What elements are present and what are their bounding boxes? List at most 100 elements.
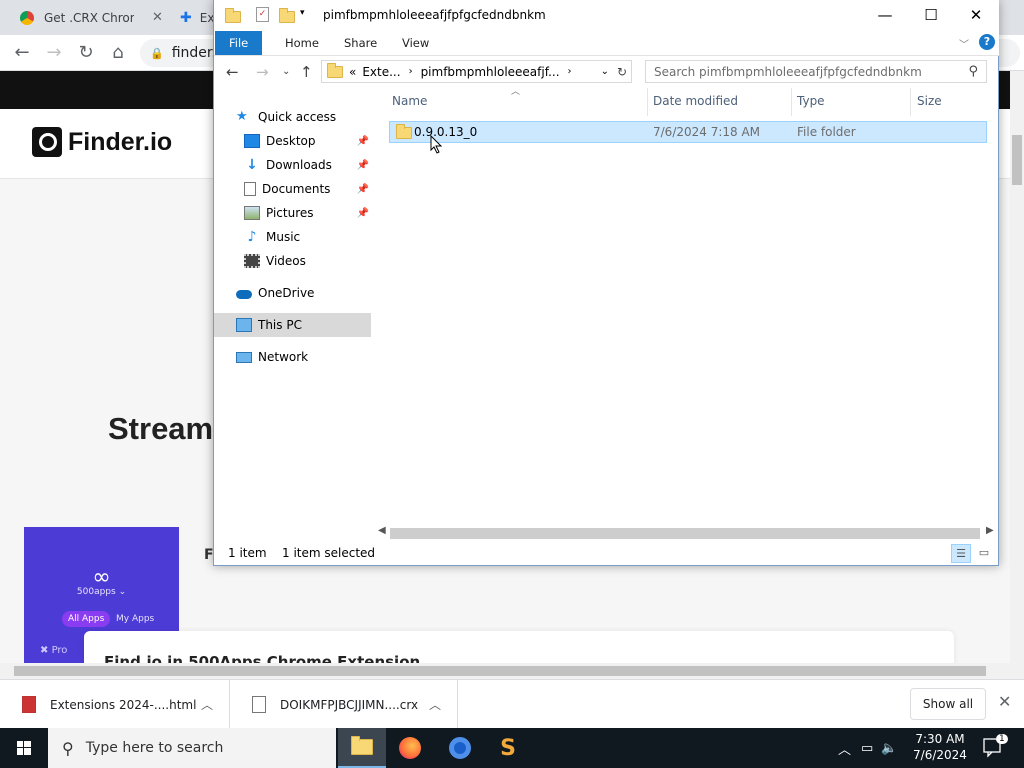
- details-view-icon[interactable]: ☰: [951, 544, 971, 563]
- explorer-search-input[interactable]: Search pimfbmpmhloleeeafjfpfgcfedndbnkm …: [645, 60, 987, 83]
- column-divider[interactable]: [647, 88, 648, 116]
- computer-icon: [236, 318, 252, 332]
- column-header-type[interactable]: Type: [797, 94, 825, 108]
- nav-pictures[interactable]: Pictures 📌: [244, 201, 371, 225]
- file-type: File folder: [797, 125, 856, 139]
- taskbar-clock[interactable]: 7:30 AM 7/6/2024: [904, 731, 976, 763]
- download-filename: DOIKMFPJBCJJIMN....crx: [280, 697, 419, 712]
- nav-label: Quick access: [258, 110, 337, 124]
- lock-icon: 🔒: [150, 46, 164, 60]
- recent-locations-icon[interactable]: ⌄: [282, 66, 290, 77]
- refresh-icon[interactable]: ↻: [617, 65, 627, 79]
- nav-videos[interactable]: Videos: [244, 249, 371, 273]
- download-item-crx[interactable]: DOIKMFPJBCJJIMN....crx ︿: [230, 680, 458, 729]
- nav-music[interactable]: ♪ Music: [244, 225, 371, 249]
- card-title: Find.io in 500Apps Chrome Extension: [104, 653, 421, 663]
- reload-icon[interactable]: ↻: [74, 41, 98, 65]
- nav-label: Desktop: [266, 134, 316, 148]
- nav-network[interactable]: Network: [236, 345, 393, 369]
- scroll-thumb[interactable]: [1012, 135, 1022, 185]
- minimize-button[interactable]: —: [862, 0, 908, 31]
- pin-icon: 📌: [356, 207, 369, 219]
- clock-date: 7/6/2024: [913, 748, 967, 762]
- quick-access-toolbar-dropdown-icon[interactable]: ▾: [300, 8, 305, 18]
- breadcrumb-chevron-icon[interactable]: ›: [409, 66, 413, 77]
- breadcrumb-extensions[interactable]: Exte...: [362, 65, 400, 79]
- taskbar-search[interactable]: ⚲ Type here to search: [48, 728, 336, 768]
- folder-icon: [225, 8, 241, 23]
- page-vertical-scrollbar[interactable]: [1010, 71, 1024, 663]
- breadcrumb-chevron-icon[interactable]: ›: [568, 66, 572, 77]
- show-all-button[interactable]: Show all: [910, 688, 986, 720]
- file-row[interactable]: 0.9.0.13_0 7/6/2024 7:18 AM File folder: [389, 121, 987, 143]
- page-horizontal-scrollbar[interactable]: [0, 663, 1024, 679]
- nav-documents[interactable]: Documents 📌: [244, 177, 371, 201]
- close-icon[interactable]: ✕: [998, 692, 1011, 711]
- forward-icon[interactable]: →: [256, 63, 269, 81]
- desktop-icon: [244, 134, 260, 148]
- firefox-taskbar-icon[interactable]: [386, 728, 434, 768]
- finder-logo[interactable]: Finder.io: [32, 127, 172, 157]
- nav-downloads[interactable]: ↓ Downloads 📌: [244, 153, 371, 177]
- app-s-taskbar-icon[interactable]: S: [484, 728, 532, 768]
- new-folder-icon[interactable]: [279, 8, 295, 23]
- my-apps-tab[interactable]: My Apps: [112, 611, 158, 627]
- file-explorer-window: ✓ ▾ pimfbmpmhloleeeafjfpfgcfedndbnkm — ☐…: [213, 0, 999, 566]
- expand-ribbon-icon[interactable]: ﹀: [959, 36, 969, 51]
- column-header-date[interactable]: Date modified: [653, 94, 738, 108]
- chevron-up-icon[interactable]: ︿: [429, 696, 441, 713]
- help-icon[interactable]: ?: [979, 34, 995, 50]
- search-icon[interactable]: ⚲: [968, 64, 978, 79]
- scroll-thumb[interactable]: [14, 666, 986, 676]
- nav-onedrive[interactable]: OneDrive: [236, 281, 393, 305]
- up-icon[interactable]: ↑: [300, 63, 313, 81]
- volume-muted-icon[interactable]: 🔈: [881, 741, 897, 756]
- folder-icon: [396, 124, 412, 139]
- tab-share[interactable]: Share: [330, 31, 391, 55]
- maximize-button[interactable]: ☐: [908, 0, 954, 31]
- notification-icon[interactable]: 1: [982, 734, 1008, 758]
- back-icon[interactable]: ←: [10, 41, 34, 65]
- breadcrumb-overflow[interactable]: «: [349, 65, 356, 79]
- explorer-address-bar[interactable]: « Exte... › pimfbmpmhloleeeafjf... › ⌄ ↻: [321, 60, 632, 83]
- tab-get-crx[interactable]: Get .CRX Chrome ✕: [0, 0, 168, 35]
- forward-icon[interactable]: →: [42, 41, 66, 65]
- tab-file[interactable]: File: [215, 31, 263, 55]
- scroll-right-icon[interactable]: ▶: [986, 525, 994, 536]
- download-filename: Extensions 2024-....html: [50, 697, 197, 712]
- column-header-size[interactable]: Size: [917, 94, 942, 108]
- network-icon: [236, 351, 252, 363]
- windows-start-icon[interactable]: [0, 728, 48, 768]
- column-divider[interactable]: [791, 88, 792, 116]
- pin-icon: 📌: [356, 159, 369, 171]
- scroll-thumb[interactable]: [390, 528, 980, 539]
- file-list-vertical-scrollbar[interactable]: [990, 88, 999, 525]
- close-button[interactable]: ✕: [953, 0, 999, 31]
- download-item-html[interactable]: Extensions 2024-....html ︿: [0, 680, 230, 729]
- large-icons-view-icon[interactable]: ▭: [975, 544, 993, 563]
- column-header-name[interactable]: Name: [392, 94, 427, 108]
- nav-this-pc[interactable]: This PC: [214, 313, 371, 337]
- home-icon[interactable]: ⌂: [106, 41, 130, 65]
- tab-extensions[interactable]: ✚ Ex: [160, 0, 220, 35]
- properties-icon[interactable]: ✓: [256, 7, 269, 22]
- breadcrumb-current[interactable]: pimfbmpmhloleeeafjf...: [421, 65, 560, 79]
- chrome-taskbar-icon[interactable]: [436, 728, 484, 768]
- all-apps-tab[interactable]: All Apps: [62, 611, 111, 627]
- back-icon[interactable]: ←: [226, 63, 239, 81]
- tab-home[interactable]: Home: [271, 31, 333, 55]
- network-icon[interactable]: ▭: [861, 741, 873, 756]
- file-explorer-taskbar-icon[interactable]: [338, 728, 386, 768]
- chevron-up-icon[interactable]: ︿: [838, 739, 851, 758]
- file-list-horizontal-scrollbar[interactable]: ◀ ▶: [376, 525, 998, 541]
- nav-quick-access[interactable]: ★ Quick access: [236, 105, 393, 129]
- magnifier-logo-icon: [32, 127, 62, 157]
- cloud-icon: [236, 290, 252, 299]
- address-dropdown-icon[interactable]: ⌄: [601, 66, 609, 77]
- scroll-left-icon[interactable]: ◀: [378, 525, 386, 536]
- column-divider[interactable]: [910, 88, 911, 116]
- chevron-up-icon[interactable]: ︿: [201, 696, 213, 713]
- nav-desktop[interactable]: Desktop 📌: [244, 129, 371, 153]
- tab-view[interactable]: View: [388, 31, 443, 55]
- file-name: 0.9.0.13_0: [414, 125, 478, 139]
